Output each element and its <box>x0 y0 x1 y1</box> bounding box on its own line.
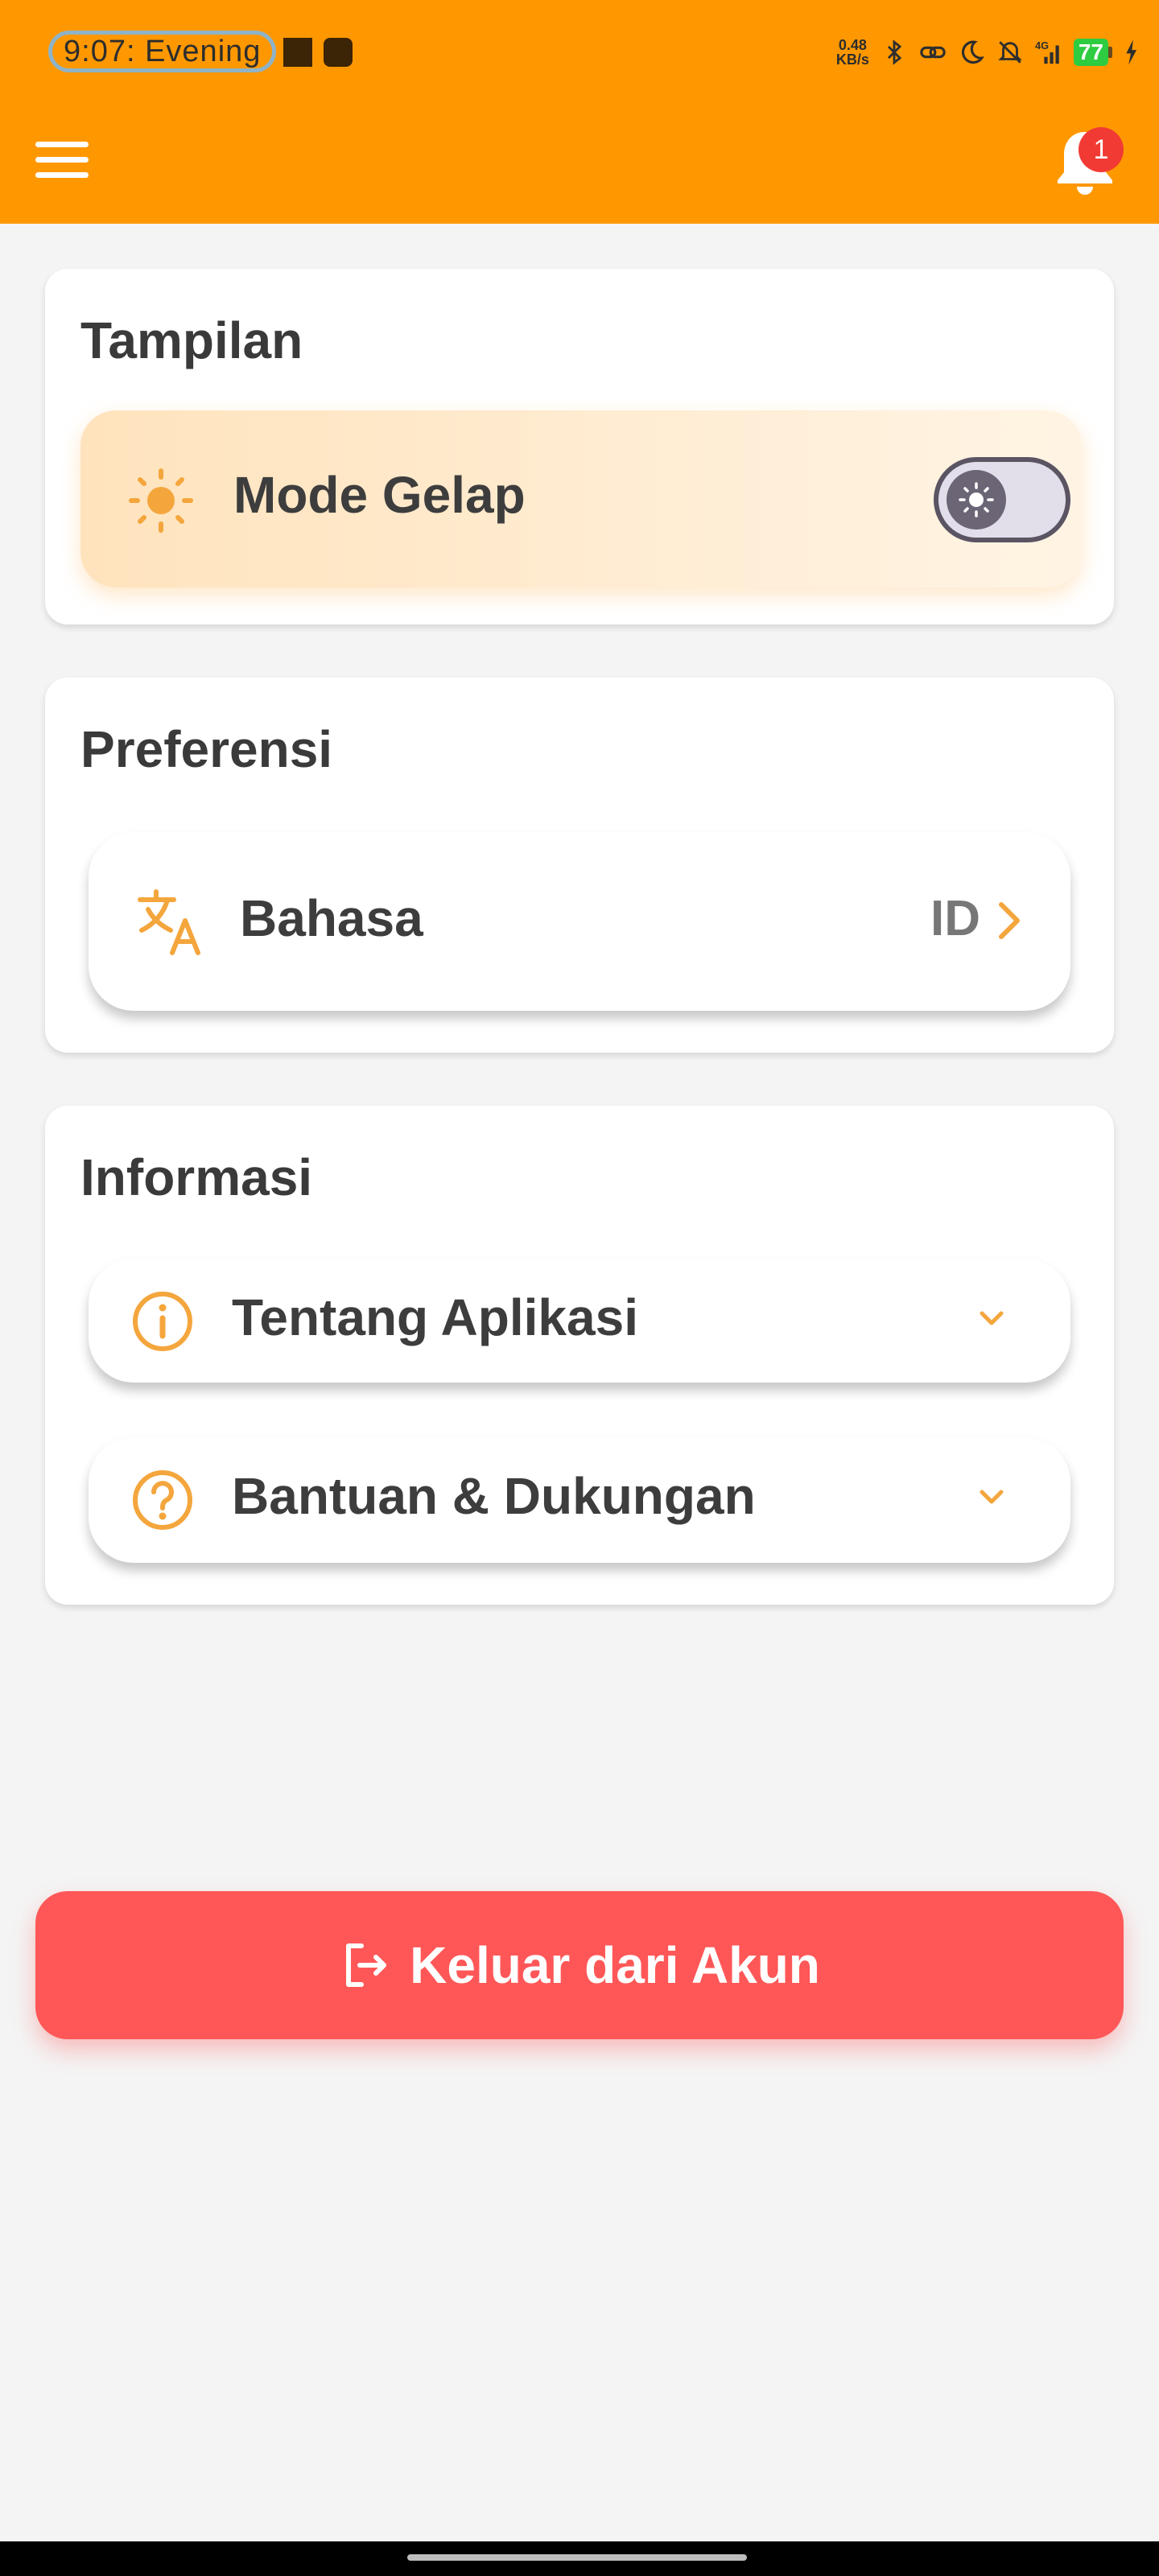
svg-text:4G: 4G <box>1035 39 1049 52</box>
sun-icon <box>129 468 193 533</box>
status-icons: 0.48 KB/s 4G 77 <box>836 34 1138 71</box>
info-icon <box>133 1292 192 1351</box>
help-support-label: Bantuan & Dukungan <box>232 1467 756 1525</box>
chevron-down-icon <box>980 1311 1004 1325</box>
language-row[interactable]: Bahasa ID <box>89 832 1070 1011</box>
signal-icon: 4G <box>1035 39 1059 64</box>
home-gesture-handle[interactable] <box>407 2554 747 2561</box>
dark-mode-toggle[interactable] <box>934 457 1070 542</box>
menu-icon-bar <box>35 142 89 147</box>
app-header: 9:07: Evening 0.48 KB/s 4G 77 1 <box>0 0 1159 224</box>
charging-icon <box>1126 39 1137 65</box>
about-app-label: Tentang Aplikasi <box>232 1288 638 1346</box>
logout-icon <box>346 1943 387 1987</box>
appearance-title: Tampilan <box>80 311 303 369</box>
system-navigation-bar <box>0 2541 1159 2576</box>
preferences-card: Preferensi Bahasa ID <box>45 678 1114 1053</box>
mute-bell-icon <box>998 41 1022 64</box>
info-card: Informasi Tentang Aplikasi Bantuan & Duk… <box>45 1106 1114 1605</box>
about-app-row[interactable]: Tentang Aplikasi <box>89 1259 1070 1383</box>
moon-icon <box>961 40 984 64</box>
language-value: ID <box>930 891 980 946</box>
menu-icon-bar <box>35 157 89 163</box>
status-time: 9:07: Evening <box>48 31 277 72</box>
network-speed: 0.48 KB/s <box>835 37 869 68</box>
chevron-right-icon <box>999 902 1020 939</box>
help-icon <box>133 1470 192 1530</box>
info-title: Informasi <box>80 1148 313 1206</box>
notification-badge: 1 <box>1079 127 1124 172</box>
logout-button[interactable]: Keluar dari Akun <box>35 1891 1124 2039</box>
link-icon <box>920 46 946 59</box>
battery-indicator: 77 <box>1073 39 1112 66</box>
appearance-card: Tampilan Mode Gelap <box>45 269 1114 624</box>
logout-label: Keluar dari Akun <box>410 1936 820 1994</box>
dark-mode-row: Mode Gelap <box>80 410 1082 587</box>
translate-icon <box>138 889 200 955</box>
notification-app-icon <box>283 38 312 67</box>
menu-button[interactable] <box>35 142 89 179</box>
chevron-down-icon <box>980 1490 1004 1504</box>
notification-app-icon <box>324 38 353 67</box>
toggle-knob <box>947 470 1006 530</box>
preferences-title: Preferensi <box>80 720 333 778</box>
help-support-row[interactable]: Bantuan & Dukungan <box>89 1437 1070 1563</box>
bluetooth-icon <box>887 39 902 65</box>
dark-mode-label: Mode Gelap <box>233 466 526 524</box>
language-label: Bahasa <box>240 889 423 947</box>
menu-icon-bar <box>35 172 89 178</box>
sun-small-icon <box>959 482 994 517</box>
